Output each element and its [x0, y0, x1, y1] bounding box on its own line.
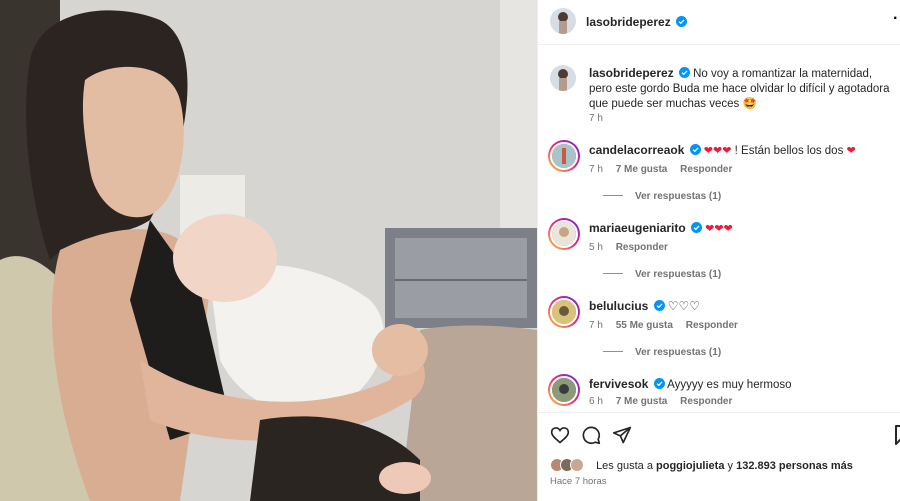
replies-divider [603, 273, 623, 274]
comment-time: 6 h [589, 396, 603, 407]
view-replies-label: Ver respuestas (1) [635, 191, 722, 202]
view-replies-label: Ver respuestas (1) [635, 269, 722, 280]
verified-icon [690, 222, 702, 233]
commenter-avatar[interactable] [548, 140, 580, 172]
replies-divider [603, 351, 623, 352]
likes-prefix: Les gusta a [596, 460, 653, 472]
caption-meta: 7 h [589, 113, 613, 124]
comment-text: fervivesok Ayyyyy es muy hermoso [589, 377, 894, 393]
comment-meta: 7 h 55 Me gusta Responder [589, 320, 748, 331]
likes-row: Les gusta a poggiojulieta y 132.893 pers… [550, 458, 853, 472]
verified-icon [653, 300, 665, 311]
comment-text: candelacorreaok ❤❤❤ ! Están bellos los d… [589, 143, 894, 159]
post-photo [0, 0, 537, 501]
comment-time: 7 h [589, 320, 603, 331]
caption-text: lasobrideperez No voy a romantizar la ma… [589, 66, 894, 112]
comment-likes[interactable]: 7 Me gusta [616, 396, 668, 407]
view-replies-button[interactable]: Ver respuestas (1) [603, 191, 721, 202]
comment-text: mariaeugeniarito ❤❤❤ [589, 221, 894, 237]
red-heart-icon: ❤❤❤ [705, 223, 733, 235]
commenter-avatar[interactable] [548, 218, 580, 250]
reply-button[interactable]: Responder [680, 396, 732, 407]
comment-body: Ayyyyy es muy hermoso [667, 379, 792, 391]
comment-username[interactable]: mariaeugeniarito [589, 221, 686, 235]
post-side-panel: lasobrideperez · lasobrideperez No voy a… [537, 0, 900, 501]
author-avatar[interactable] [550, 8, 576, 34]
more-options-button[interactable]: · [893, 10, 898, 28]
likes-count[interactable]: 132.893 personas más [736, 460, 853, 472]
red-heart-icon: ❤ [846, 145, 856, 157]
reply-button[interactable]: Responder [680, 164, 732, 175]
comment-likes[interactable]: 55 Me gusta [616, 320, 673, 331]
likes-middle: y [727, 460, 734, 472]
verified-icon [689, 144, 701, 155]
view-replies-button[interactable]: Ver respuestas (1) [603, 269, 721, 280]
reply-button[interactable]: Responder [686, 320, 738, 331]
comment-meta: 6 h 7 Me gusta Responder [589, 396, 742, 407]
caption-emoji: 🤩 [742, 98, 757, 110]
comment-icon[interactable] [581, 425, 601, 445]
share-icon[interactable] [612, 425, 632, 445]
comment-meta: 5 h Responder [589, 242, 678, 253]
red-heart-icon: ❤❤❤ [703, 145, 732, 157]
post-time: Hace 7 horas [550, 476, 607, 487]
comment-meta: 7 h 7 Me gusta Responder [589, 164, 742, 175]
replies-divider [603, 195, 623, 196]
verified-icon [678, 67, 690, 78]
author-username[interactable]: lasobrideperez [586, 15, 671, 29]
comment-username[interactable]: fervivesok [589, 377, 648, 391]
caption-time: 7 h [589, 113, 603, 124]
view-replies-button[interactable]: Ver respuestas (1) [603, 347, 721, 358]
post-actions: Les gusta a poggiojulieta y 132.893 pers… [538, 412, 900, 501]
reply-button[interactable]: Responder [616, 242, 668, 253]
outline-heart-icon: ♡♡♡ [667, 299, 701, 313]
verified-icon [653, 378, 665, 389]
liker-avatars [550, 458, 590, 472]
heart-icon[interactable] [550, 425, 570, 445]
caption-author-avatar[interactable] [550, 65, 576, 91]
likes-user[interactable]: poggiojulieta [656, 460, 724, 472]
comment-text: belulucius ♡♡♡ [589, 299, 894, 315]
bookmark-icon[interactable] [894, 425, 900, 445]
comment-likes[interactable]: 7 Me gusta [616, 164, 668, 175]
post-header: lasobrideperez · [538, 0, 900, 45]
commenter-avatar[interactable] [548, 374, 580, 406]
comment-username[interactable]: belulucius [589, 299, 648, 313]
comment-username[interactable]: candelacorreaok [589, 143, 684, 157]
caption-username[interactable]: lasobrideperez [589, 66, 674, 80]
verified-icon [676, 16, 688, 27]
commenter-avatar[interactable] [548, 296, 580, 328]
view-replies-label: Ver respuestas (1) [635, 347, 722, 358]
comment-time: 5 h [589, 242, 603, 253]
comment-time: 7 h [589, 164, 603, 175]
comment-body: ! Están bellos los dos [734, 145, 844, 157]
